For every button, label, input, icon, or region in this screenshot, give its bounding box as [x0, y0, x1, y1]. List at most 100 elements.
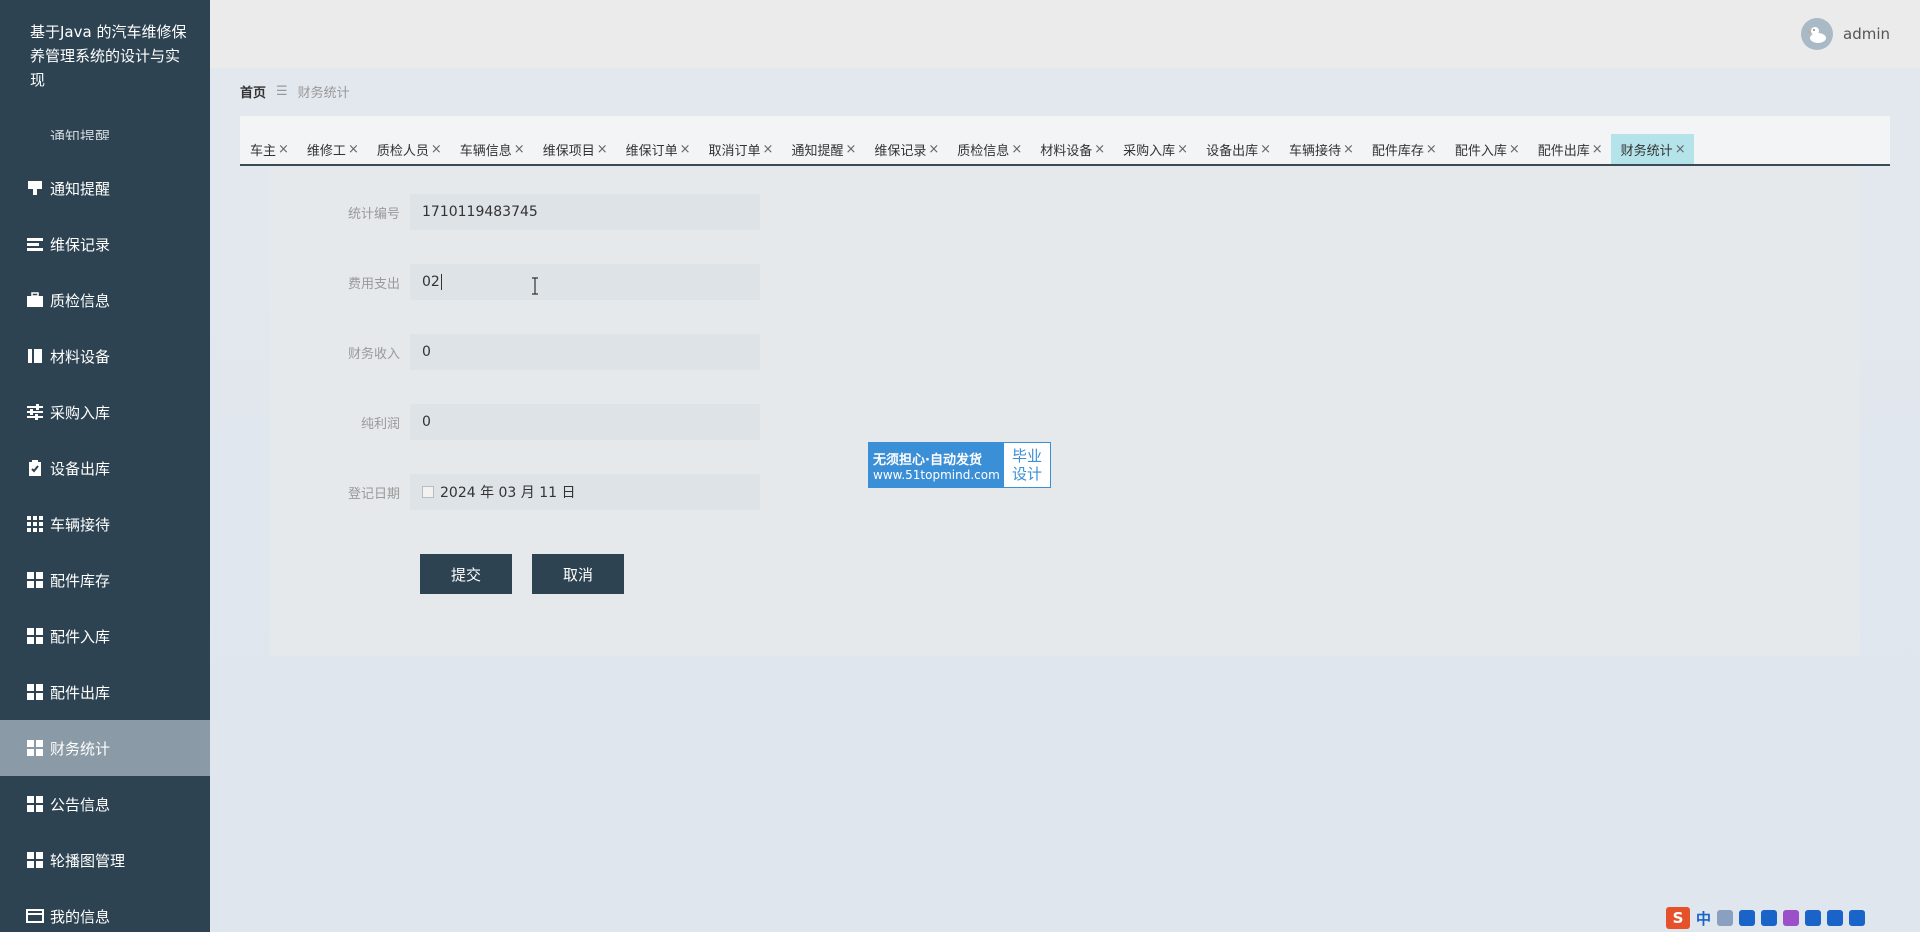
tab-label: 财务统计: [1620, 143, 1673, 159]
breadcrumb: 首页 ☰ 财务统计: [240, 82, 350, 101]
close-icon[interactable]: ×: [1509, 142, 1520, 157]
settings-icon[interactable]: [1849, 910, 1866, 926]
close-icon[interactable]: ×: [845, 142, 856, 157]
net-profit-field[interactable]: 0: [410, 404, 760, 440]
sidebar-menu: 通知提醒 维保记录 质检信息 材料设备 采购入库 设备出库 车辆接待 配件库存: [0, 160, 210, 932]
form-panel: 统计编号 1710119483745 费用支出 02 财务收入 0 纯利润 0 …: [270, 166, 1860, 656]
tab-label: 采购入库: [1123, 143, 1176, 159]
tab-9[interactable]: 质检信息 ×: [947, 134, 1030, 164]
net-profit-value: 0: [422, 414, 431, 430]
sidebar-item-parts-outbound[interactable]: 配件出库: [0, 664, 210, 720]
sidebar-item-quality-info[interactable]: 质检信息: [0, 272, 210, 328]
tab-15[interactable]: 配件入库 ×: [1445, 134, 1528, 164]
close-icon[interactable]: ×: [1675, 142, 1686, 157]
sidebar-item-purchase-inbound[interactable]: 采购入库: [0, 384, 210, 440]
close-icon[interactable]: ×: [597, 142, 608, 157]
breadcrumb-home[interactable]: 首页: [240, 82, 266, 101]
ime-logo-icon[interactable]: S: [1666, 907, 1690, 929]
stat-id-field[interactable]: 1710119483745: [410, 194, 760, 230]
keyboard-icon[interactable]: [1761, 910, 1778, 926]
income-label: 财务收入: [347, 346, 400, 362]
book-icon: [26, 347, 44, 365]
tab-2[interactable]: 质检人员 ×: [367, 134, 450, 164]
grid-icon: [26, 739, 44, 757]
sidebar-item-label: 配件库存: [50, 571, 111, 590]
tab-13[interactable]: 车辆接待 ×: [1279, 134, 1362, 164]
tab-label: 配件库存: [1371, 143, 1424, 159]
avatar[interactable]: [1801, 18, 1833, 50]
sidebar-item-label: 财务统计: [50, 739, 111, 758]
tab-label: 配件入库: [1454, 143, 1507, 159]
sidebar-item-vehicle-reception[interactable]: 车辆接待: [0, 496, 210, 552]
close-icon[interactable]: ×: [431, 142, 442, 157]
tab-0[interactable]: 车主 ×: [240, 134, 297, 164]
watermark-right: 毕业 设计: [1004, 443, 1050, 487]
tab-label: 车辆接待: [1288, 143, 1341, 159]
tab-12[interactable]: 设备出库 ×: [1196, 134, 1279, 164]
tab-11[interactable]: 采购入库 ×: [1113, 134, 1196, 164]
microphone-icon[interactable]: [1739, 910, 1756, 926]
close-icon[interactable]: ×: [1343, 142, 1354, 157]
close-icon[interactable]: ×: [348, 142, 359, 157]
tab-4[interactable]: 维保项目 ×: [533, 134, 616, 164]
close-icon[interactable]: ×: [1260, 142, 1271, 157]
punctuation-icon[interactable]: [1717, 910, 1734, 926]
sidebar-item-partial[interactable]: 通知提醒: [0, 122, 210, 140]
tab-label: 车主: [250, 143, 277, 159]
tab-8[interactable]: 维保记录 ×: [864, 134, 947, 164]
tab-label: 通知提醒: [791, 143, 844, 159]
expense-field[interactable]: 02: [410, 264, 760, 300]
sidebar-item-finance-stats[interactable]: 财务统计: [0, 720, 210, 776]
close-icon[interactable]: ×: [1426, 142, 1437, 157]
sidebar-item-label: 设备出库: [50, 459, 111, 478]
close-icon[interactable]: ×: [763, 142, 774, 157]
register-date-label: 登记日期: [347, 486, 400, 502]
toolbox-icon[interactable]: [1827, 910, 1844, 926]
tab-6[interactable]: 取消订单 ×: [699, 134, 782, 164]
close-icon[interactable]: ×: [1177, 142, 1188, 157]
user-menu[interactable]: admin: [1801, 18, 1890, 50]
sidebar-item-label: 材料设备: [50, 347, 111, 366]
grid-icon: [26, 851, 44, 869]
main-content: 首页 ☰ 财务统计 车主 × 维修工 × 质检人员 × 车辆信息 × 维保项目 × 维保订单 × 取消订…: [210, 68, 1920, 932]
app-title: 基于Java 的汽车维修保养管理系统的设计与实现: [30, 23, 187, 89]
ime-language[interactable]: 中: [1696, 908, 1711, 929]
submit-button[interactable]: 提交: [420, 554, 512, 594]
sidebar-item-label: 配件入库: [50, 627, 111, 646]
register-date-field[interactable]: 2024 年 03 月 11 日: [410, 474, 760, 510]
tab-16[interactable]: 配件出库 ×: [1528, 134, 1611, 164]
close-icon[interactable]: ×: [928, 142, 939, 157]
sidebar-item-equipment-outbound[interactable]: 设备出库: [0, 440, 210, 496]
username[interactable]: admin: [1843, 25, 1890, 43]
calendar-icon: [422, 486, 434, 498]
tab-3[interactable]: 车辆信息 ×: [450, 134, 533, 164]
sidebar-item-maintenance-record[interactable]: 维保记录: [0, 216, 210, 272]
grid-icon: [26, 627, 44, 645]
tab-7[interactable]: 通知提醒 ×: [781, 134, 864, 164]
watermark-badge: 无须担心·自动发货 www.51topmind.com 毕业 设计: [868, 442, 1051, 488]
robot-icon[interactable]: [1805, 910, 1822, 926]
sidebar-item-notice[interactable]: 通知提醒: [0, 160, 210, 216]
sidebar-item-material-equipment[interactable]: 材料设备: [0, 328, 210, 384]
skin-icon[interactable]: [1783, 910, 1800, 926]
close-icon[interactable]: ×: [1094, 142, 1105, 157]
grid-icon: [26, 683, 44, 701]
sidebar-item-carousel[interactable]: 轮播图管理: [0, 832, 210, 888]
sidebar-item-announcements[interactable]: 公告信息: [0, 776, 210, 832]
sidebar-item-parts-stock[interactable]: 配件库存: [0, 552, 210, 608]
cancel-button[interactable]: 取消: [532, 554, 624, 594]
tab-1[interactable]: 维修工 ×: [297, 134, 367, 164]
close-icon[interactable]: ×: [278, 142, 289, 157]
sidebar-item-my-info[interactable]: 我的信息: [0, 888, 210, 932]
tab-5[interactable]: 维保订单 ×: [616, 134, 699, 164]
close-icon[interactable]: ×: [1592, 142, 1603, 157]
income-field[interactable]: 0: [410, 334, 760, 370]
tab-17[interactable]: 财务统计 ×: [1610, 134, 1694, 164]
close-icon[interactable]: ×: [1011, 142, 1022, 157]
close-icon[interactable]: ×: [680, 142, 691, 157]
tab-10[interactable]: 材料设备 ×: [1030, 134, 1113, 164]
list-icon: [26, 235, 44, 253]
sidebar-item-parts-inbound[interactable]: 配件入库: [0, 608, 210, 664]
close-icon[interactable]: ×: [514, 142, 525, 157]
tab-14[interactable]: 配件库存 ×: [1362, 134, 1445, 164]
